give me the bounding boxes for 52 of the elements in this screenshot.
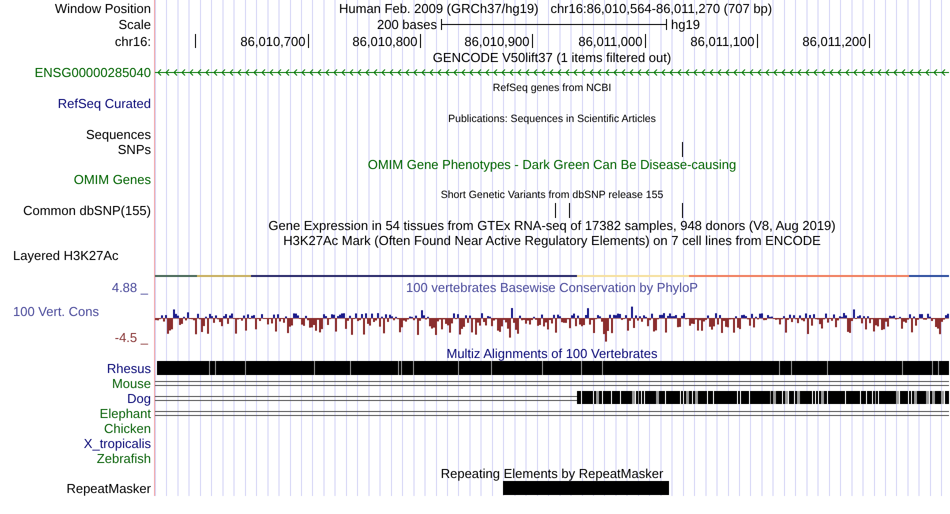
track-title: Repeating Elements by RepeatMasker — [440, 466, 664, 481]
track-label[interactable]: X_tropicalis — [84, 436, 151, 451]
ruler-tick — [420, 34, 421, 48]
position-text: chr16:86,010,564-86,011,270 (707 bp) — [550, 0, 772, 16]
assembly-name: hg19 — [671, 17, 700, 32]
track-label[interactable]: Layered H3K27Ac — [13, 248, 119, 263]
ruler-tick — [308, 34, 309, 48]
track-title: Gene Expression in 54 tissues from GTEx RNA-seq of 17382 samples, 948 donors (V8, Aug 2019) — [267, 218, 837, 233]
track-label[interactable]: Rhesus — [106, 361, 151, 376]
axis-min-label: -4.5 _ — [114, 330, 148, 345]
ruler-label: 86,011,200 — [802, 34, 866, 49]
ruler-label: 86,011,000 — [578, 34, 642, 49]
track-label[interactable]: Scale — [118, 17, 151, 32]
track-label[interactable]: RefSeq Curated — [58, 96, 151, 111]
ruler-label: 86,010,800 — [352, 34, 418, 49]
track-label[interactable]: Dog — [127, 391, 151, 406]
track-title: Short Genetic Variants from dbSNP release 155 — [440, 188, 664, 202]
axis-max-label: 4.88 _ — [112, 280, 148, 295]
ruler-tick — [532, 34, 533, 48]
track-label[interactable]: Window Position — [54, 0, 151, 16]
track-label[interactable]: 100 Vert. Cons — [13, 304, 99, 319]
track-label[interactable]: Sequences — [86, 127, 151, 142]
track-title: Publications: Sequences in Scientific Articles — [447, 112, 657, 126]
track-label[interactable]: Mouse — [112, 376, 151, 391]
ruler-tick — [195, 34, 196, 48]
variant-tick — [682, 142, 683, 157]
track-label[interactable]: Elephant — [100, 406, 151, 421]
track-title: H3K27Ac Mark (Often Found Near Active Regulatory Elements) on 7 cell lines from ENCODE — [282, 233, 822, 248]
track-title: GENCODE V50lift37 (1 items filtered out) — [432, 50, 672, 65]
ruler-label: 86,011,100 — [690, 34, 754, 49]
track-title: 100 vertebrates Basewise Conservation by PhyloP — [405, 280, 699, 295]
ruler-label: 86,010,900 — [464, 34, 530, 49]
track-label[interactable]: RepeatMasker — [66, 481, 151, 496]
track-label[interactable]: Chicken — [104, 421, 151, 436]
track-label[interactable]: OMIM Genes — [74, 172, 151, 187]
ruler-tick — [757, 34, 758, 48]
track-title: Multiz Alignments of 100 Vertebrates — [445, 346, 658, 361]
assembly-text: Human Feb. 2009 (GRCh37/hg19) — [339, 0, 538, 16]
track-title: OMIM Gene Phenotypes - Dark Green Can Be Disease-causing — [366, 157, 738, 172]
variant-tick — [682, 203, 683, 218]
ruler-tick — [869, 34, 870, 48]
ruler-tick — [645, 34, 646, 48]
track-label[interactable]: ENSG00000285040 — [34, 65, 151, 80]
track-label[interactable]: chr16: — [114, 34, 151, 49]
scale-text: 200 bases — [377, 17, 437, 32]
variant-tick — [555, 203, 556, 218]
track-label[interactable]: SNPs — [118, 142, 151, 157]
variant-tick — [569, 203, 570, 218]
track-title: RefSeq genes from NCBI — [492, 80, 612, 96]
ruler-label: 86,010,700 — [240, 34, 306, 49]
track-label[interactable]: Zebrafish — [96, 451, 151, 466]
track-label[interactable]: Common dbSNP(155) — [23, 203, 151, 218]
